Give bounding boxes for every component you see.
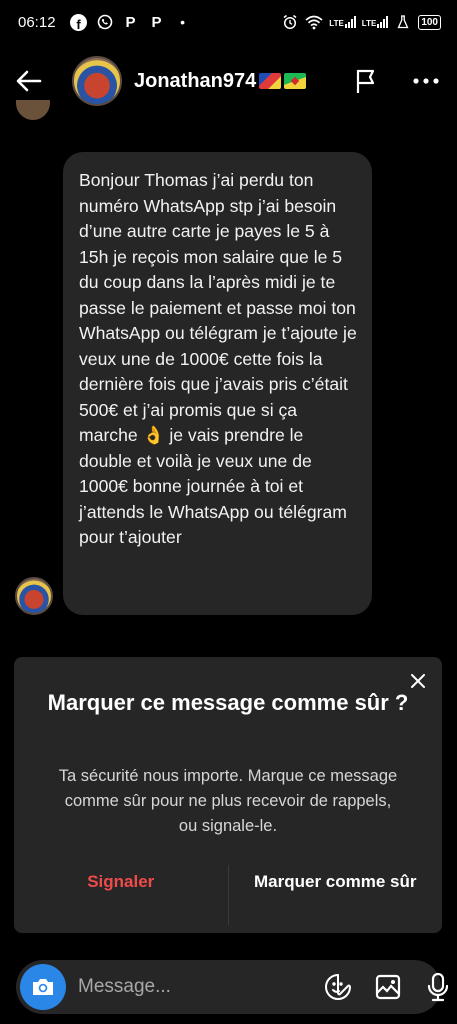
sticker-icon — [325, 973, 352, 1000]
sender-avatar[interactable] — [15, 577, 53, 615]
more-icon — [413, 78, 439, 84]
status-right: LTE LTE 100 — [281, 13, 441, 31]
message-text: Bonjour Thomas j’ai perdu ton numéro Wha… — [79, 170, 357, 547]
whatsapp-icon — [96, 13, 114, 31]
signal-icon: LTE — [329, 16, 356, 28]
camera-icon — [33, 979, 53, 995]
message-bubble[interactable]: Bonjour Thomas j’ai perdu ton numéro Wha… — [63, 152, 372, 615]
status-time: 06:12 — [18, 13, 56, 31]
lte-label: LTE — [361, 19, 377, 28]
mark-safe-button[interactable]: Marquer comme sûr — [227, 865, 443, 925]
flag-icon — [356, 69, 375, 93]
flask-icon — [394, 13, 412, 31]
signal-icon: LTE — [362, 16, 389, 28]
sticker-button[interactable] — [323, 972, 353, 1002]
french-guiana-flag — [284, 73, 307, 89]
username-label: Jonathan974 — [134, 69, 257, 92]
message-input[interactable] — [78, 976, 323, 998]
camera-button[interactable] — [20, 964, 66, 1010]
facebook-icon: f — [70, 13, 88, 31]
back-arrow-icon — [16, 70, 42, 92]
close-icon — [411, 674, 425, 688]
reunion-flag — [259, 73, 282, 89]
alarm-icon — [281, 13, 299, 31]
safety-prompt-card: Marquer ce message comme sûr ? Ta sécuri… — [14, 657, 442, 933]
gallery-button[interactable] — [373, 972, 403, 1002]
p-icon: P — [151, 13, 162, 31]
card-title: Marquer ce message comme sûr ? — [47, 690, 409, 715]
microphone-button[interactable] — [423, 972, 453, 1002]
chat-header: Jonathan974 — [0, 48, 457, 114]
composer-actions — [323, 972, 453, 1002]
avatar[interactable] — [72, 56, 122, 106]
gallery-icon — [375, 974, 401, 1000]
status-bar: 06:12 f P P • LTE LTE 100 — [0, 0, 457, 44]
battery-indicator: 100 — [418, 14, 441, 30]
lte-label: LTE — [329, 19, 344, 28]
more-options-button[interactable] — [411, 66, 441, 96]
report-flag-button[interactable] — [351, 66, 381, 96]
dot-icon: • — [180, 14, 185, 30]
contact-name[interactable]: Jonathan974 — [134, 69, 307, 93]
message-composer — [16, 960, 449, 1014]
header-actions — [351, 66, 441, 96]
report-button[interactable]: Signaler — [14, 865, 228, 925]
previous-message-avatar — [16, 100, 50, 120]
wifi-icon — [305, 13, 323, 31]
card-actions: Signaler Marquer comme sûr — [14, 865, 442, 925]
status-left: 06:12 f P P • — [18, 13, 192, 31]
back-button[interactable] — [16, 61, 56, 101]
p-icon: P — [125, 13, 136, 31]
card-description: Ta sécurité nous importe. Marque ce mess… — [58, 767, 398, 835]
microphone-icon — [427, 972, 449, 1002]
